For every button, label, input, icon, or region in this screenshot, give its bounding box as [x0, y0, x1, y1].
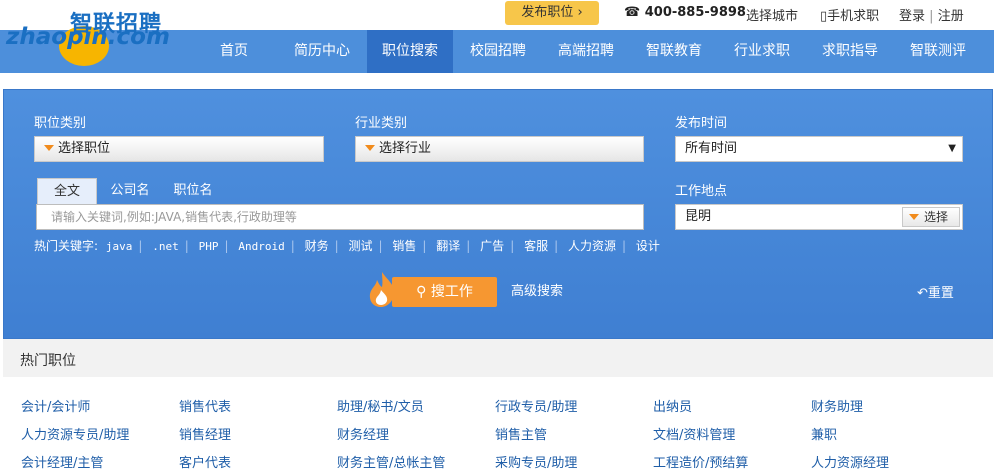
hot-keyword[interactable]: 销售: [392, 239, 416, 253]
hot-job-link[interactable]: 兼职: [811, 424, 837, 443]
auth-links: 登录 | 注册: [899, 5, 964, 24]
nav-resume[interactable]: 简历中心: [280, 30, 364, 73]
hot-keyword[interactable]: java: [106, 240, 133, 253]
dropdown-arrow-icon: ▼: [948, 143, 956, 154]
mobile-job-link[interactable]: ▯手机求职: [820, 5, 879, 24]
hot-keywords-label: 热门关键字:: [34, 239, 99, 253]
mobile-label: 手机求职: [827, 9, 880, 24]
select-city-link[interactable]: 选择城市: [746, 5, 798, 24]
hot-job-link[interactable]: 人力资源经理: [811, 452, 889, 471]
hot-job-link[interactable]: 财务经理: [337, 424, 389, 443]
triangle-down-icon: [909, 213, 919, 220]
hot-jobs-title: 热门职位: [20, 353, 76, 369]
hot-keyword[interactable]: 设计: [636, 239, 660, 253]
hot-job-link[interactable]: 会计经理/主管: [21, 452, 103, 471]
hot-keyword[interactable]: 人力资源: [568, 239, 616, 253]
search-jobs-button[interactable]: ⚲ 搜工作: [392, 277, 497, 307]
hot-job-link[interactable]: 财务助理: [811, 396, 863, 415]
job-category-select[interactable]: 选择职位: [34, 136, 324, 162]
phone-icon: ☎: [624, 5, 641, 20]
hot-job-link[interactable]: 销售经理: [179, 424, 231, 443]
location-button-label: 选择: [924, 210, 949, 224]
post-job-label: 发布职位: [521, 5, 574, 20]
zhaopin-logo[interactable]: 智联招聘 zhaopin.com: [2, 4, 172, 68]
hot-job-link[interactable]: 人力资源专员/助理: [21, 424, 129, 443]
chevron-right-icon: ›: [577, 5, 583, 20]
time-select[interactable]: 所有时间 ▼: [675, 136, 963, 162]
hot-job-link[interactable]: 助理/秘书/文员: [337, 396, 424, 415]
industry-select[interactable]: 选择行业: [355, 136, 644, 162]
hot-job-link[interactable]: 销售主管: [495, 424, 547, 443]
hot-job-link[interactable]: 销售代表: [179, 396, 231, 415]
advanced-search-link[interactable]: 高级搜索: [511, 280, 563, 299]
hotline: ☎ 400-885-9898: [624, 5, 746, 20]
time-label: 发布时间: [675, 116, 728, 131]
magnifier-icon: ⚲: [416, 284, 427, 300]
hot-keyword[interactable]: .net: [152, 240, 179, 253]
nav-assessment[interactable]: 智联测评: [896, 30, 980, 73]
nav-campus[interactable]: 校园招聘: [456, 30, 540, 73]
logo-en: zhaopin.com: [6, 24, 170, 50]
hot-job-link[interactable]: 财务主管/总帐主管: [337, 452, 445, 471]
hot-job-link[interactable]: 客户代表: [179, 452, 231, 471]
phone-number: 400-885-9898: [644, 5, 746, 20]
tab-fulltext[interactable]: 全文: [37, 178, 97, 204]
industry-label: 行业类别: [355, 116, 408, 131]
hot-job-link[interactable]: 会计/会计师: [21, 396, 90, 415]
hot-job-link[interactable]: 出纳员: [653, 396, 692, 415]
hot-keyword[interactable]: 测试: [349, 239, 373, 253]
hot-job-link[interactable]: 行政专员/助理: [495, 396, 577, 415]
hot-keyword[interactable]: 财务: [305, 239, 329, 253]
nav-job-search[interactable]: 职位搜索: [367, 30, 453, 73]
nav-guide[interactable]: 求职指导: [808, 30, 892, 73]
time-value: 所有时间: [685, 141, 738, 156]
triangle-down-icon: [365, 144, 375, 151]
triangle-down-icon: [44, 144, 54, 151]
hot-keyword[interactable]: 客服: [524, 239, 548, 253]
hot-keyword[interactable]: PHP: [199, 240, 219, 253]
nav-home[interactable]: 首页: [205, 30, 263, 73]
hot-keyword[interactable]: 广告: [480, 239, 504, 253]
undo-icon: ↶: [917, 286, 928, 301]
location-field[interactable]: 昆明 选择: [675, 204, 963, 230]
tab-jobname[interactable]: 职位名: [163, 178, 223, 204]
register-link[interactable]: 注册: [938, 9, 964, 24]
login-link[interactable]: 登录: [899, 9, 925, 24]
reset-button[interactable]: ↶重置: [917, 282, 954, 301]
location-select-button[interactable]: 选择: [902, 207, 960, 227]
hot-job-link[interactable]: 采购专员/助理: [495, 452, 577, 471]
location-value: 昆明: [685, 209, 712, 224]
search-button-label: 搜工作: [430, 284, 473, 300]
hot-keyword[interactable]: 翻译: [436, 239, 460, 253]
job-category-value: 选择职位: [58, 141, 111, 156]
tab-company[interactable]: 公司名: [99, 178, 161, 204]
nav-education[interactable]: 智联教育: [632, 30, 716, 73]
hot-keyword[interactable]: Android: [238, 240, 284, 253]
hot-keywords: 热门关键字: java | .net | PHP | Android | 财务 | 测试 |…: [34, 239, 660, 253]
location-label: 工作地点: [675, 184, 728, 199]
industry-value: 选择行业: [379, 141, 432, 156]
job-category-label: 职位类别: [34, 116, 87, 131]
search-panel: 职位类别 选择职位 行业类别 选择行业 发布时间 所有时间 ▼ 全文 公司名 职位…: [3, 89, 993, 339]
top-bar: 智联招聘 zhaopin.com 发布职位 › ☎ 400-885-9898 选…: [0, 0, 994, 66]
keyword-input[interactable]: 请输入关键词,例如:JAVA,销售代表,行政助理等: [36, 204, 644, 230]
hot-job-link[interactable]: 文档/资料管理: [653, 424, 735, 443]
reset-label: 重置: [927, 286, 954, 301]
search-go: ⚲ 搜工作: [367, 272, 497, 308]
hot-jobs-header: [3, 339, 993, 377]
nav-industry[interactable]: 行业求职: [720, 30, 804, 73]
hot-job-link[interactable]: 工程造价/预结算: [653, 452, 748, 471]
divider: |: [929, 9, 934, 24]
nav-senior[interactable]: 高端招聘: [544, 30, 628, 73]
post-job-button[interactable]: 发布职位 ›: [505, 1, 599, 25]
